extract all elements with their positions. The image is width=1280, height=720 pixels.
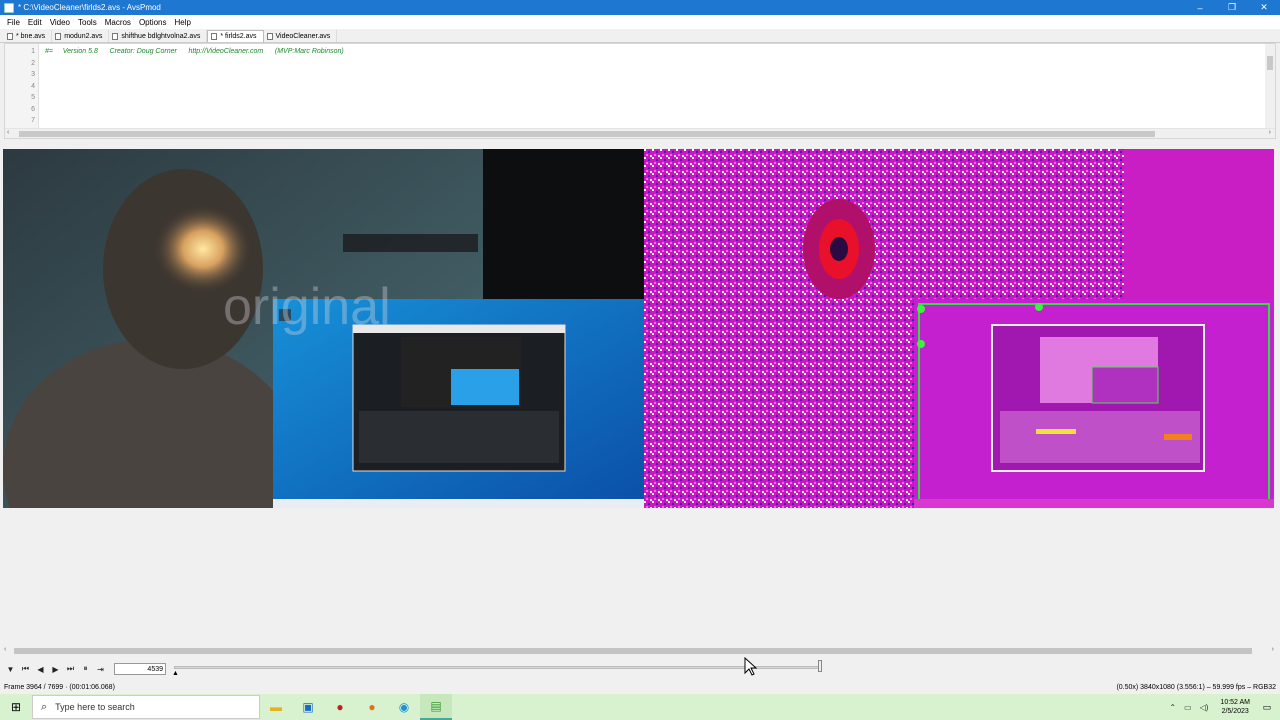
volume-icon[interactable]: ◁): [1200, 703, 1209, 712]
line-number: 2: [31, 59, 35, 67]
tab-label: shifthue bdlghtvolna2.avs: [121, 32, 201, 40]
search-placeholder: Type here to search: [55, 702, 135, 712]
search-icon: ⌕: [41, 700, 48, 713]
processed-frame-image: [644, 149, 1274, 508]
last-frame-icon[interactable]: ⏭: [63, 662, 78, 676]
video-processed-panel: [644, 149, 1274, 508]
line-number: 6: [31, 105, 35, 113]
tab-modun2[interactable]: modun2.avs: [52, 30, 110, 42]
frame-number-input[interactable]: [114, 663, 166, 675]
avspmod-window: * C:\VideoCleaner\firlds2.avs - AvsPmod …: [0, 0, 1280, 720]
prev-frame-icon[interactable]: ◀: [33, 662, 48, 676]
app-icon: [4, 2, 14, 13]
video-original-panel: original: [3, 149, 644, 508]
title-bar: * C:\VideoCleaner\firlds2.avs - AvsPmod …: [0, 0, 1280, 15]
tab-label: * firlds2.avs: [220, 33, 257, 40]
script-file-icon: [211, 33, 218, 40]
scroll-right-arrow-icon[interactable]: ›: [1269, 129, 1271, 136]
menu-macros[interactable]: Macros: [101, 18, 135, 27]
editor-horizontal-scrollbar[interactable]: ‹ ›: [5, 128, 1275, 138]
windows-start-icon[interactable]: ⊞: [0, 694, 32, 720]
frame-slider[interactable]: [174, 666, 822, 669]
line-number: 5: [31, 94, 35, 101]
script-tabs: * bne.avs modun2.avs shifthue bdlghtvoln…: [0, 29, 1280, 43]
pause-icon[interactable]: ⏸: [78, 662, 93, 676]
line-number: 4: [31, 82, 35, 90]
menu-video[interactable]: Video: [46, 18, 74, 27]
frame-status-text: Frame 3964 / 7699 · (00:01:06.068): [4, 683, 115, 691]
script-file-icon: [55, 32, 62, 40]
preview-horizontal-scrollbar[interactable]: ‹ ›: [4, 646, 1276, 656]
scroll-thumb[interactable]: [1267, 56, 1273, 70]
restore-button[interactable]: ❐: [1216, 0, 1248, 15]
minimize-button[interactable]: –: [1184, 0, 1216, 15]
menu-file[interactable]: File: [3, 18, 24, 27]
tab-videocleaner[interactable]: VideoCleaner.avs: [264, 30, 338, 42]
status-bar: Frame 3964 / 7699 · (00:01:06.068) (0.50…: [0, 681, 1280, 693]
store-icon[interactable]: ▣: [292, 694, 324, 720]
line-number-gutter: 1 2 3 4 5 6 7: [5, 44, 39, 128]
video-info-text: (0.50x) 3840x1080 (3.556:1) – 59.999 fps…: [1116, 683, 1276, 691]
slider-position-marker-icon[interactable]: ▲: [172, 670, 179, 677]
taskbar-clock[interactable]: 10:52 AM 2/5/2023: [1220, 698, 1250, 716]
first-frame-icon[interactable]: ⏮: [18, 662, 33, 676]
close-button[interactable]: ✕: [1248, 0, 1280, 15]
playback-controls: ▼ ⏮ ◀ ▶ ⏭ ⏸ ⇥: [0, 659, 1280, 679]
avspmod-taskbar-icon[interactable]: ▤: [420, 694, 452, 720]
scroll-left-arrow-icon[interactable]: ‹: [7, 129, 9, 136]
menu-tools[interactable]: Tools: [74, 18, 101, 27]
code-line-comment[interactable]: #= Version 5.8 Creator: Doug Corner http…: [45, 46, 344, 57]
toggle-preview-icon[interactable]: ▼: [3, 662, 18, 676]
obs-icon[interactable]: ●: [324, 694, 356, 720]
script-file-icon: [266, 32, 273, 40]
tab-bne[interactable]: * bne.avs: [4, 30, 53, 42]
window-title: * C:\VideoCleaner\firlds2.avs - AvsPmod: [18, 3, 161, 12]
go-to-frame-icon[interactable]: ⇥: [93, 662, 108, 676]
slider-handle[interactable]: [818, 660, 822, 672]
script-editor[interactable]: 1 2 3 4 5 6 7 #= Version 5.8 Creator: Do…: [4, 43, 1276, 139]
editor-vertical-scrollbar[interactable]: [1265, 44, 1275, 128]
firefox-icon[interactable]: ●: [356, 694, 388, 720]
tab-shifthue[interactable]: shifthue bdlghtvolna2.avs: [109, 30, 208, 42]
scroll-right-arrow-icon[interactable]: ›: [1272, 646, 1274, 653]
script-file-icon: [7, 32, 13, 40]
scroll-left-arrow-icon[interactable]: ‹: [4, 646, 6, 653]
mouse-cursor-icon: [744, 657, 758, 676]
line-number: 1: [31, 48, 35, 55]
network-icon[interactable]: ▭: [1184, 703, 1192, 712]
scroll-thumb[interactable]: [14, 648, 1252, 654]
notification-icon[interactable]: ▭: [1258, 700, 1276, 714]
edge-icon[interactable]: ◉: [388, 694, 420, 720]
clock-time: 10:52 AM: [1220, 699, 1250, 706]
clock-date: 2/5/2023: [1221, 708, 1249, 715]
script-file-icon: [112, 32, 119, 40]
system-tray: ⌃ ▭ ◁) 10:52 AM 2/5/2023 ▭: [1165, 694, 1280, 720]
scroll-thumb[interactable]: [19, 131, 1155, 137]
menu-bar: File Edit Video Tools Macros Options Hel…: [0, 15, 1280, 29]
line-number: 3: [31, 71, 35, 78]
line-number: 7: [31, 117, 35, 124]
next-frame-icon[interactable]: ▶: [48, 662, 63, 676]
windows-taskbar: ⊞ ⌕ Type here to search ▬ ▣ ● ● ◉ ▤ ⌃ ▭ …: [0, 694, 1280, 720]
file-explorer-icon[interactable]: ▬: [260, 694, 292, 720]
tab-label: modun2.avs: [64, 32, 103, 40]
video-preview-area[interactable]: original: [0, 143, 1280, 645]
tab-label: VideoCleaner.avs: [275, 32, 331, 40]
menu-options[interactable]: Options: [135, 18, 171, 27]
taskbar-search-box[interactable]: ⌕ Type here to search: [32, 695, 260, 719]
original-watermark-text: original: [223, 278, 391, 336]
menu-help[interactable]: Help: [171, 18, 195, 27]
tab-firlds2[interactable]: * firlds2.avs: [207, 30, 264, 42]
chevron-up-icon[interactable]: ⌃: [1169, 703, 1176, 712]
tab-label: * bne.avs: [16, 32, 46, 40]
menu-edit[interactable]: Edit: [24, 18, 46, 27]
